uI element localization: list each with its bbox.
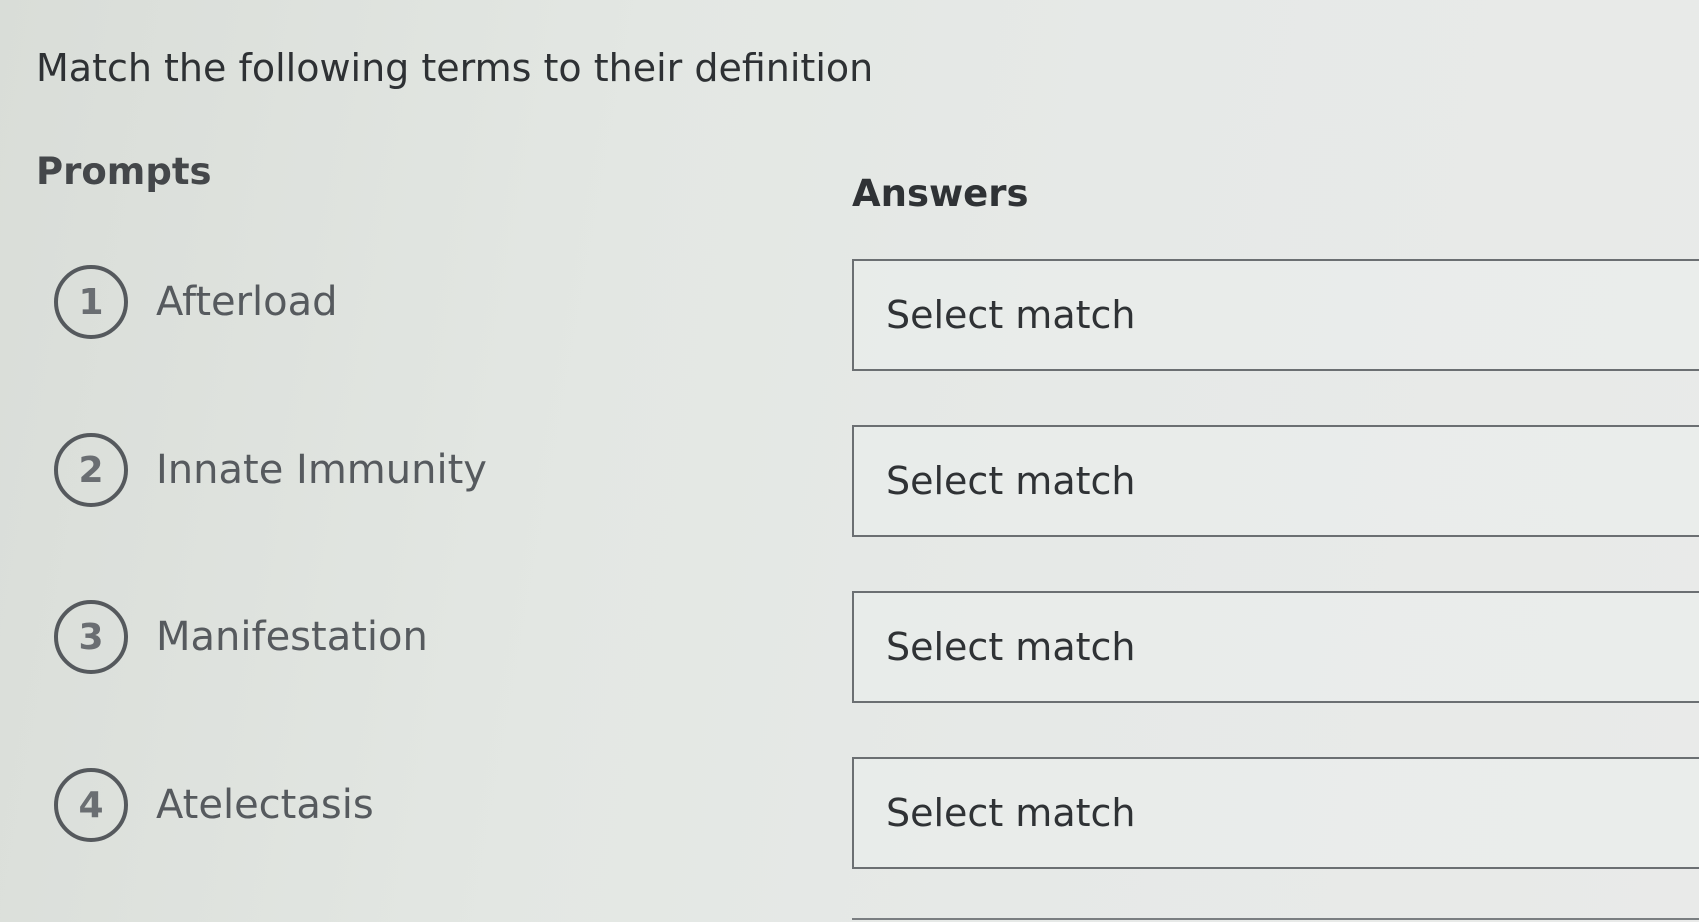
answer-select-4[interactable]: Select match [852,757,1699,869]
prompts-heading: Prompts [36,150,212,193]
prompt-term: Atelectasis [156,782,374,828]
answer-select-3[interactable]: Select match [852,591,1699,703]
prompt-row-1: 1 Afterload [54,262,338,342]
prompt-term: Innate Immunity [156,447,487,493]
prompt-number-badge: 3 [54,600,128,674]
prompt-number-badge: 4 [54,768,128,842]
question-title: Match the following terms to their defin… [36,46,874,90]
prompt-row-3: 3 Manifestation [54,597,428,677]
prompt-term: Afterload [156,279,338,325]
answer-select-1[interactable]: Select match [852,259,1699,371]
prompt-row-4: 4 Atelectasis [54,765,374,845]
prompt-number-badge: 1 [54,265,128,339]
answer-select-5-top-edge [852,918,1699,920]
prompt-row-2: 2 Innate Immunity [54,430,487,510]
answer-select-2[interactable]: Select match [852,425,1699,537]
answers-heading: Answers [852,172,1029,215]
prompt-term: Manifestation [156,614,428,660]
prompt-number-badge: 2 [54,433,128,507]
